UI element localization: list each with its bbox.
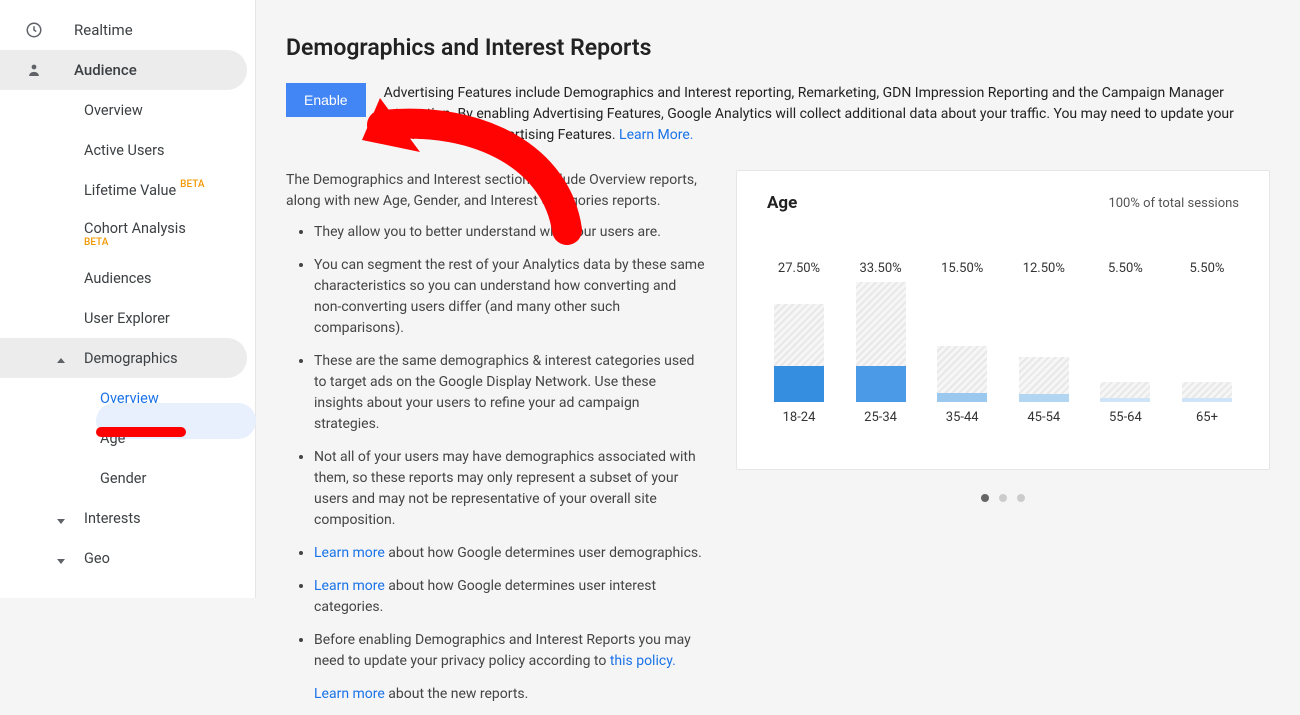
nav-overview[interactable]: Overview bbox=[0, 90, 255, 130]
enable-button[interactable]: Enable bbox=[286, 83, 366, 117]
chart-title: Age bbox=[767, 193, 797, 213]
nav-active-users[interactable]: Active Users bbox=[0, 130, 255, 170]
bullet-7: Before enabling Demographics and Interes… bbox=[314, 630, 706, 672]
sidebar: Realtime Audience Overview Active Users … bbox=[0, 0, 256, 598]
bar-category-label: 25-34 bbox=[864, 410, 897, 425]
chart-subtitle: 100% of total sessions bbox=[1108, 196, 1239, 211]
bar-value-label: 5.50% bbox=[1190, 261, 1225, 276]
bar-category-label: 35-44 bbox=[946, 410, 979, 425]
chart-bars: 27.50% 18-24 33.50% 25-34 15.50% 35-44 12.50% 4… bbox=[767, 235, 1239, 425]
nav-cohort-analysis[interactable]: Cohort AnalysisBETA bbox=[0, 210, 255, 258]
bar-value-label: 33.50% bbox=[860, 261, 902, 276]
bar-category-label: 55-64 bbox=[1109, 410, 1142, 425]
nav-demo-gender[interactable]: Gender bbox=[0, 458, 255, 498]
pager-dot[interactable] bbox=[1017, 494, 1025, 502]
annotation-underline bbox=[96, 427, 186, 437]
bar-value-label: 5.50% bbox=[1108, 261, 1143, 276]
nav-realtime[interactable]: Realtime bbox=[0, 10, 255, 50]
bullet-2: You can segment the rest of your Analyti… bbox=[314, 255, 706, 339]
chart-bar: 5.50% 55-64 bbox=[1097, 261, 1153, 425]
learn-more-link[interactable]: Learn More. bbox=[619, 127, 693, 143]
nav-demo-overview[interactable]: Overview bbox=[0, 378, 255, 418]
main-content: Demographics and Interest Reports Enable… bbox=[256, 0, 1300, 598]
chart-bar: 33.50% 25-34 bbox=[853, 261, 909, 425]
bar-category-label: 65+ bbox=[1196, 410, 1218, 425]
beta-badge: BETA bbox=[84, 237, 108, 248]
age-chart-card: Age 100% of total sessions 27.50% 18-24 33… bbox=[736, 170, 1270, 470]
nav-demographics[interactable]: Demographics bbox=[0, 338, 247, 378]
chart-bar: 27.50% 18-24 bbox=[771, 261, 827, 425]
nav-demo-age[interactable]: Age bbox=[0, 418, 255, 458]
carousel-pager bbox=[736, 494, 1270, 502]
bullet-3: These are the same demographics & intere… bbox=[314, 351, 706, 435]
bullet-6: Learn more about how Google determines u… bbox=[314, 576, 706, 618]
learn-more-link[interactable]: Learn more bbox=[314, 686, 385, 702]
bar-category-label: 18-24 bbox=[783, 410, 816, 425]
bullet-5: Learn more about how Google determines u… bbox=[314, 543, 706, 564]
learn-more-link[interactable]: Learn more bbox=[314, 578, 385, 594]
intro-text: The Demographics and Interest sections i… bbox=[286, 170, 706, 212]
chevron-down-icon bbox=[56, 513, 66, 523]
chart-bar: 5.50% 65+ bbox=[1179, 261, 1235, 425]
nav-geo[interactable]: Geo bbox=[0, 538, 255, 578]
beta-badge: BETA bbox=[180, 179, 204, 190]
bar-value-label: 12.50% bbox=[1023, 261, 1065, 276]
chevron-up-icon bbox=[56, 353, 66, 363]
nav-lifetime-value[interactable]: Lifetime ValueBETA bbox=[0, 170, 255, 210]
nav-label: Audience bbox=[74, 61, 137, 79]
nav-audience[interactable]: Audience bbox=[0, 50, 247, 90]
nav-label: Realtime bbox=[74, 21, 133, 39]
page-title: Demographics and Interest Reports bbox=[286, 34, 1270, 61]
final-link: Learn more about the new reports. bbox=[286, 684, 706, 705]
enable-description: Advertising Features include Demographic… bbox=[384, 83, 1270, 146]
description-column: The Demographics and Interest sections i… bbox=[286, 170, 706, 715]
pager-dot[interactable] bbox=[999, 494, 1007, 502]
nav-interests[interactable]: Interests bbox=[0, 498, 255, 538]
person-icon bbox=[24, 60, 44, 80]
nav-user-explorer[interactable]: User Explorer bbox=[0, 298, 255, 338]
chart-bar: 12.50% 45-54 bbox=[1016, 261, 1072, 425]
policy-link[interactable]: this policy. bbox=[610, 653, 676, 669]
bullet-1: They allow you to better understand who … bbox=[314, 222, 706, 243]
learn-more-link[interactable]: Learn more bbox=[314, 545, 385, 561]
nav-audiences[interactable]: Audiences bbox=[0, 258, 255, 298]
chart-bar: 15.50% 35-44 bbox=[934, 261, 990, 425]
chevron-down-icon bbox=[56, 553, 66, 563]
bullet-4: Not all of your users may have demograph… bbox=[314, 447, 706, 531]
bar-value-label: 27.50% bbox=[778, 261, 820, 276]
clock-icon bbox=[24, 20, 44, 40]
pager-dot[interactable] bbox=[981, 494, 989, 502]
bar-value-label: 15.50% bbox=[941, 261, 983, 276]
bar-category-label: 45-54 bbox=[1027, 410, 1060, 425]
enable-row: Enable Advertising Features include Demo… bbox=[286, 83, 1270, 146]
